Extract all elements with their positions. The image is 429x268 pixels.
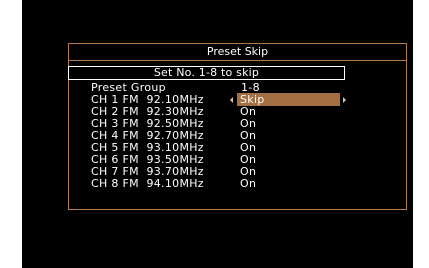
channel-value[interactable]: On (240, 130, 256, 141)
menu-title: Preset Skip (69, 44, 406, 61)
preset-group-row[interactable]: Preset Group 1-8 (91, 82, 411, 93)
channel-label: CH 6 FM 93.50MHz (91, 153, 204, 166)
preset-group-label: Preset Group (91, 81, 166, 94)
tv-screen: Preset Skip Set No. 1-8 to skip Preset G… (22, 0, 413, 268)
channel-value[interactable]: On (240, 178, 256, 189)
channel-label: CH 3 FM 92.50MHz (91, 117, 204, 130)
channel-row-4[interactable]: CH 4 FM 92.70MHz On (91, 130, 411, 141)
left-arrow-icon[interactable] (230, 97, 233, 103)
channel-value[interactable]: On (240, 142, 256, 153)
preset-group-value[interactable]: 1-8 (241, 82, 260, 93)
channel-label: CH 8 FM 94.10MHz (91, 177, 204, 190)
channel-row-8[interactable]: CH 8 FM 94.10MHz On (91, 178, 411, 189)
channel-value[interactable]: On (240, 106, 256, 117)
instruction-box: Set No. 1-8 to skip (68, 66, 345, 80)
channel-value[interactable]: On (240, 154, 256, 165)
channel-label: CH 7 FM 93.70MHz (91, 165, 204, 178)
right-arrow-icon[interactable] (343, 97, 346, 103)
channel-label: CH 2 FM 92.30MHz (91, 105, 204, 118)
channel-label: CH 5 FM 93.10MHz (91, 141, 204, 154)
channel-value[interactable]: On (240, 166, 256, 177)
channel-value[interactable]: On (240, 118, 256, 129)
channel-row-7[interactable]: CH 7 FM 93.70MHz On (91, 166, 411, 177)
channel-label: CH 1 FM 92.10MHz (91, 93, 204, 106)
channel-row-6[interactable]: CH 6 FM 93.50MHz On (91, 154, 411, 165)
channel-row-5[interactable]: CH 5 FM 93.10MHz On (91, 142, 411, 153)
channel-label: CH 4 FM 92.70MHz (91, 129, 204, 142)
channel-row-1[interactable]: CH 1 FM 92.10MHz Skip (91, 93, 411, 106)
channel-row-2[interactable]: CH 2 FM 92.30MHz On (91, 106, 411, 117)
channel-row-3[interactable]: CH 3 FM 92.50MHz On (91, 118, 411, 129)
